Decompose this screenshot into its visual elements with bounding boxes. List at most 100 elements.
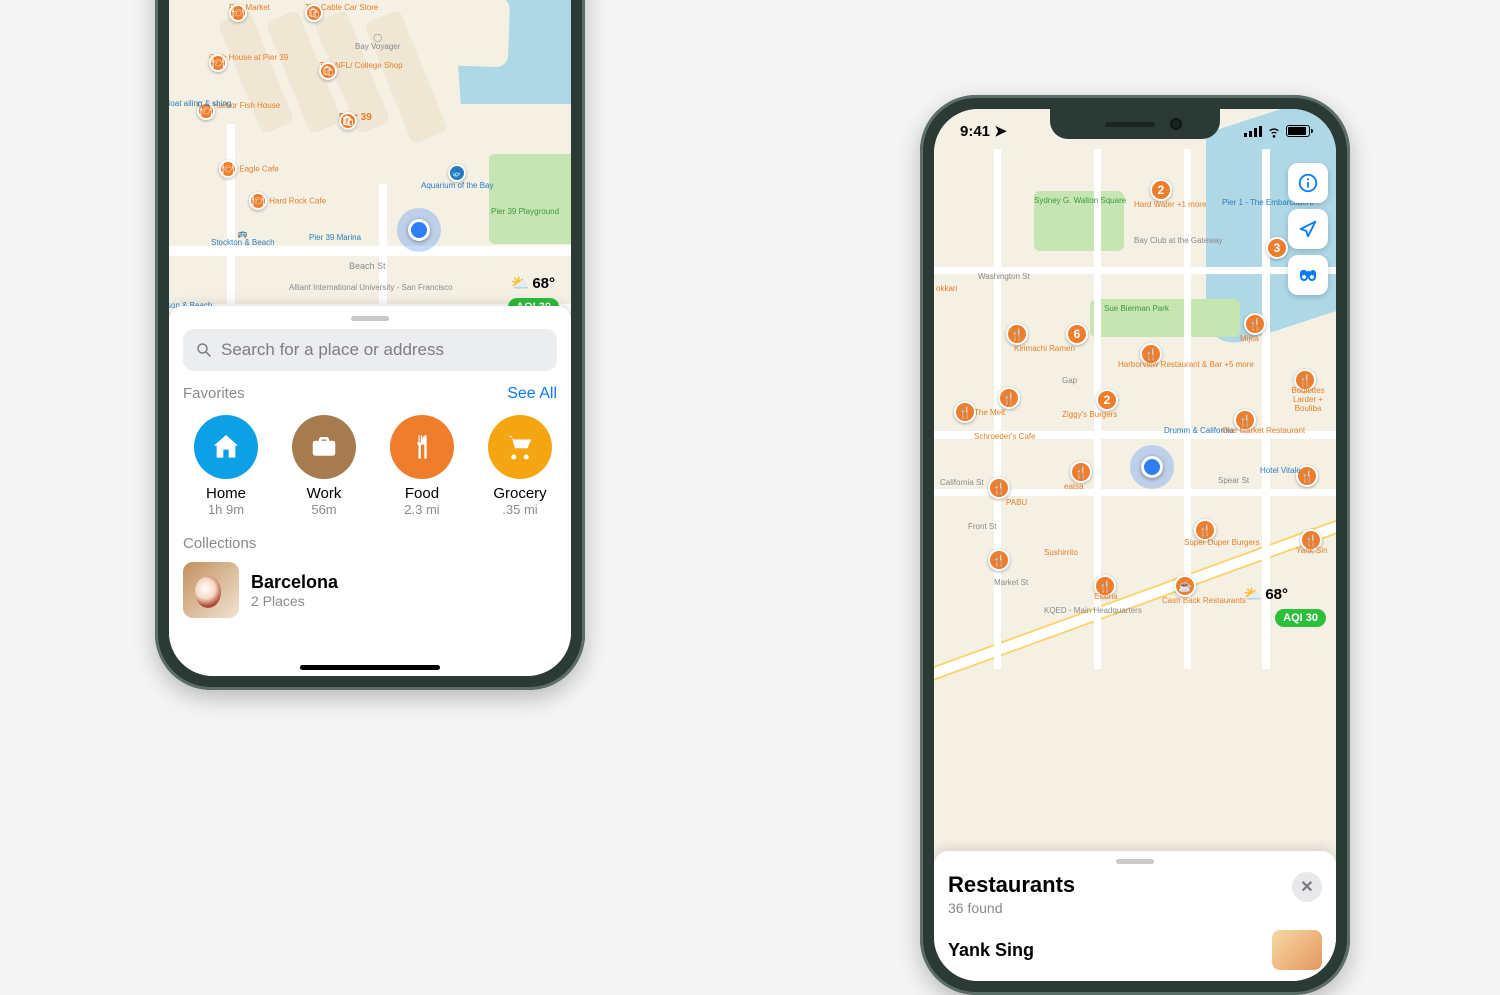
user-location-dot <box>397 208 441 252</box>
collection-thumbnail <box>183 562 239 618</box>
poi-eagle-cafe: 🍽 Eagle Cafe <box>219 160 279 178</box>
weather-badge: ⛅68° <box>511 274 555 292</box>
sheet-grabber[interactable] <box>351 316 389 321</box>
cluster-pin[interactable]: 6 <box>1066 323 1088 345</box>
restaurant-pin[interactable]: 🍴 <box>988 549 1010 571</box>
binoculars-icon <box>1296 263 1320 287</box>
favorite-food[interactable]: Food 2.3 mi <box>379 415 465 517</box>
poi-ziggys: Ziggy's Burgers <box>1062 411 1117 420</box>
poi-cash-back: Cash Back Restaurants <box>1162 597 1246 606</box>
poi-cable-car: 🛍The Cable Car Store <box>305 4 378 13</box>
cell-signal-icon <box>1244 126 1262 137</box>
lookaround-button[interactable] <box>1288 255 1328 295</box>
locate-button[interactable] <box>1288 209 1328 249</box>
result-thumbnail <box>1272 930 1322 970</box>
collection-item[interactable]: Barcelona 2 Places <box>183 562 557 618</box>
poi-kirimachi: Kirimachi Ramen <box>1014 345 1075 354</box>
poi-harborview: Harborview Restaurant & Bar +5 more <box>1118 361 1254 370</box>
collections-header: Collections <box>183 535 256 552</box>
favorite-home[interactable]: Home 1h 9m <box>183 415 269 517</box>
poi-aquarium: 🐟Aquarium of the Bay <box>421 164 493 191</box>
collection-title: Barcelona <box>251 572 338 593</box>
battery-icon <box>1286 125 1310 137</box>
result-item[interactable]: Yank Sing <box>948 930 1322 970</box>
cluster-pin[interactable]: 2 <box>1150 179 1172 201</box>
favorite-grocery[interactable]: Grocery .35 mi <box>477 415 557 517</box>
cluster-pin[interactable]: 2 <box>1096 389 1118 411</box>
poi-stockton-beach: 🚌Stockton & Beach <box>211 230 275 248</box>
poi-okkari: okkari <box>936 285 957 294</box>
poi-bay-club: Bay Club at the Gateway <box>1134 237 1223 246</box>
favorite-work[interactable]: Work 56m <box>281 415 367 517</box>
sheet-grabber[interactable] <box>1116 859 1154 864</box>
aqi-badge: AQI 30 <box>1275 609 1326 627</box>
poi-hard-water: Hard Water +1 more <box>1134 201 1206 210</box>
search-icon <box>195 341 213 359</box>
poi-spear-st: Spear St <box>1218 477 1249 486</box>
favorites-header: Favorites <box>183 385 245 402</box>
restaurant-pin[interactable]: 🍴 <box>1244 313 1266 335</box>
poi-bay-voyager: ◯Bay Voyager <box>355 34 400 52</box>
poi-california-st: California St <box>940 479 984 488</box>
poi-schroeders: Schroeder's Cafe <box>974 433 1036 442</box>
home-icon <box>194 415 258 479</box>
result-title: Yank Sing <box>948 940 1034 961</box>
briefcase-icon <box>292 415 356 479</box>
user-location-dot <box>1130 445 1174 489</box>
home-indicator[interactable] <box>300 665 440 670</box>
restaurant-pin[interactable]: 🍴 <box>1070 461 1092 483</box>
poi-the-melt: The Melt <box>974 409 1005 418</box>
poi-nfl-shop: 🛍The NFL/ College Shop <box>319 62 403 71</box>
poi-pier-market: 🍽Pier Market <box>229 4 270 13</box>
favorites-header-row: Favorites See All <box>183 385 557 403</box>
poi-yank-sing-map: Yank Sin <box>1296 547 1327 556</box>
poi-pier39-marina: Pier 39 Marina <box>309 234 361 243</box>
status-time: 9:41 <box>960 123 990 140</box>
results-sheet[interactable]: Restaurants 36 found ✕ Yank Sing <box>934 851 1336 981</box>
poi-market-st: Market St <box>994 579 1028 588</box>
poi-boat-sailing: Boat ailing & shing <box>169 100 231 109</box>
phone-left: 🍽Pier Market 🛍The Cable Car Store ◯Bay V… <box>155 0 585 690</box>
poi-gap: Gap <box>1062 377 1077 386</box>
poi-kqed: KQED - Main Headquarters <box>1044 607 1142 616</box>
poi-eatsa: eatsa <box>1064 483 1084 492</box>
restaurant-pin[interactable]: 🍴 <box>954 401 976 423</box>
search-placeholder: Search for a place or address <box>221 340 444 360</box>
screen-left: 🍽Pier Market 🛍The Cable Car Store ◯Bay V… <box>169 0 571 676</box>
poi-hard-rock: 🍽 Hard Rock Cafe <box>249 192 326 210</box>
poi-pier39: 🛍Pier 39 <box>339 112 372 123</box>
screen-right: 9:41 ➤ 2 3 6 2 <box>934 109 1336 981</box>
partly-cloudy-icon: ⛅ <box>1244 585 1263 603</box>
poi-sushirrito: Sushirrito <box>1044 549 1078 558</box>
poi-front-st: Front St <box>968 523 996 532</box>
poi-pabu: PABU <box>1006 499 1027 508</box>
restaurant-pin[interactable]: 🍴 <box>988 477 1010 499</box>
search-input[interactable]: Search for a place or address <box>183 329 557 371</box>
poi-mijita: Mijita <box>1240 335 1259 344</box>
search-sheet[interactable]: Search for a place or address Favorites … <box>169 306 571 676</box>
partly-cloudy-icon: ⛅ <box>511 274 530 292</box>
results-subtitle: 36 found <box>948 900 1075 916</box>
restaurant-pin[interactable]: 🍴 <box>998 387 1020 409</box>
poi-pier39-playground: Pier 39 Playground <box>491 208 559 217</box>
poi-hotel-vitale: Hotel Vitale <box>1260 467 1301 476</box>
poi-boulettes: Boulettes Larder + Bouliba <box>1280 387 1336 413</box>
wifi-icon <box>1266 123 1282 139</box>
close-button[interactable]: ✕ <box>1292 872 1322 902</box>
close-icon: ✕ <box>1300 877 1313 897</box>
location-arrow-icon <box>1297 218 1319 240</box>
restaurant-pin[interactable]: 🍴 <box>1006 323 1028 345</box>
poi-super-duper: Super Duper Burgers <box>1184 539 1260 548</box>
phone-right: 9:41 ➤ 2 3 6 2 <box>920 95 1350 995</box>
poi-washington-st: Washington St <box>978 273 1030 282</box>
info-button[interactable] <box>1288 163 1328 203</box>
collection-subtitle: 2 Places <box>251 593 338 609</box>
cluster-pin[interactable]: 3 <box>1266 237 1288 259</box>
see-all-link[interactable]: See All <box>507 385 557 403</box>
map-controls <box>1288 163 1328 295</box>
poi-crab-house: 🍽Crab House at Pier 39 <box>209 54 288 63</box>
restaurant-pin[interactable]: ☕ <box>1174 575 1196 597</box>
cart-icon <box>488 415 552 479</box>
weather-badge: ⛅68° <box>1244 585 1288 603</box>
poi-alliant: Alliant International University - San F… <box>289 284 453 293</box>
